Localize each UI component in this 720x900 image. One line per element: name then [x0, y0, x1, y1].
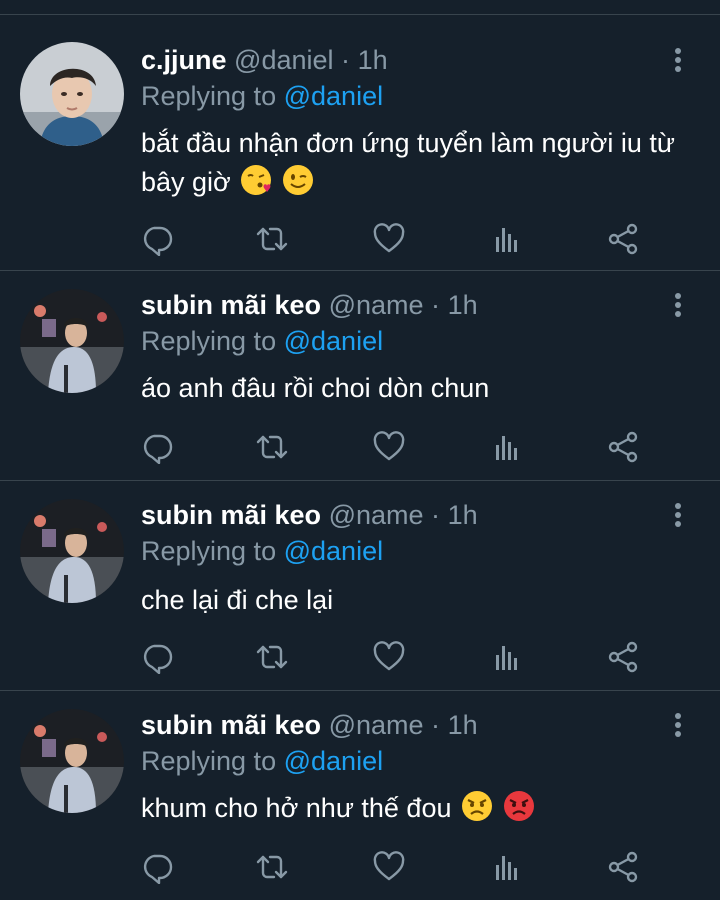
tweet-text-content: bắt đầu nhận đơn ứng tuyển làm người iu …: [141, 128, 675, 197]
like-icon[interactable]: [372, 430, 406, 464]
timestamp[interactable]: 1h: [448, 710, 478, 740]
tweet-text: che lại đi che lại: [141, 581, 686, 620]
like-icon[interactable]: [372, 222, 406, 256]
avatar[interactable]: [20, 42, 124, 146]
tweet-text-content: áo anh đâu rồi choi dòn chun: [141, 373, 490, 403]
top-divider: [0, 14, 720, 15]
share-icon[interactable]: [606, 430, 640, 464]
display-name[interactable]: c.jjune: [141, 45, 227, 75]
replying-to: Replying to @daniel: [141, 745, 383, 777]
display-name[interactable]: subin mãi keo: [141, 500, 321, 530]
analytics-icon[interactable]: [490, 222, 524, 256]
pouting-face-emoji: [503, 790, 535, 822]
analytics-icon[interactable]: [490, 430, 524, 464]
tweet-text: áo anh đâu rồi choi dòn chun: [141, 369, 686, 408]
winking-face-emoji: [282, 164, 314, 196]
separator-dot: ·: [431, 710, 441, 740]
tweet-text-content: che lại đi che lại: [141, 585, 334, 615]
reply-icon[interactable]: [140, 222, 174, 256]
separator-dot: ·: [431, 290, 441, 320]
tweet-reply[interactable]: c.jjune @daniel · 1h Replying to @daniel…: [0, 16, 720, 271]
more-options-icon[interactable]: [666, 499, 690, 531]
mention-link[interactable]: @daniel: [284, 536, 383, 566]
tweet-reply[interactable]: subin mãi keo @name · 1h Replying to @da…: [0, 271, 720, 481]
action-bar: [140, 850, 640, 884]
timestamp[interactable]: 1h: [358, 45, 388, 75]
replying-to-label: Replying to: [141, 746, 277, 776]
timestamp[interactable]: 1h: [448, 500, 478, 530]
display-name[interactable]: subin mãi keo: [141, 710, 321, 740]
replying-to-label: Replying to: [141, 536, 277, 566]
analytics-icon[interactable]: [490, 850, 524, 884]
user-handle[interactable]: @name: [329, 290, 424, 320]
tweet-reply[interactable]: subin mãi keo @name · 1h Replying to @da…: [0, 481, 720, 691]
user-handle[interactable]: @daniel: [234, 45, 333, 75]
tweet-text: bắt đầu nhận đơn ứng tuyển làm người iu …: [141, 124, 686, 202]
user-handle[interactable]: @name: [329, 500, 424, 530]
tweet-header: subin mãi keo @name · 1h: [141, 709, 478, 741]
replying-to-label: Replying to: [141, 81, 277, 111]
action-bar: [140, 222, 640, 256]
tweet-reply[interactable]: subin mãi keo @name · 1h Replying to @da…: [0, 691, 720, 900]
analytics-icon[interactable]: [490, 640, 524, 674]
tweet-header: subin mãi keo @name · 1h: [141, 289, 478, 321]
timestamp[interactable]: 1h: [448, 290, 478, 320]
action-bar: [140, 430, 640, 464]
share-icon[interactable]: [606, 222, 640, 256]
reply-icon[interactable]: [140, 640, 174, 674]
action-bar: [140, 640, 640, 674]
share-icon[interactable]: [606, 850, 640, 884]
avatar[interactable]: [20, 709, 124, 813]
angry-face-emoji: [461, 790, 493, 822]
more-options-icon[interactable]: [666, 709, 690, 741]
replying-to-label: Replying to: [141, 326, 277, 356]
avatar[interactable]: [20, 289, 124, 393]
separator-dot: ·: [431, 500, 441, 530]
separator-dot: ·: [341, 45, 351, 75]
reply-icon[interactable]: [140, 430, 174, 464]
tweet-text-content: khum cho hở như thế đou: [141, 793, 452, 823]
mention-link[interactable]: @daniel: [284, 746, 383, 776]
like-icon[interactable]: [372, 640, 406, 674]
retweet-icon[interactable]: [255, 222, 289, 256]
avatar[interactable]: [20, 499, 124, 603]
tweet-header: c.jjune @daniel · 1h: [141, 44, 388, 76]
retweet-icon[interactable]: [255, 640, 289, 674]
mention-link[interactable]: @daniel: [284, 326, 383, 356]
tweet-header: subin mãi keo @name · 1h: [141, 499, 478, 531]
more-options-icon[interactable]: [666, 289, 690, 321]
share-icon[interactable]: [606, 640, 640, 674]
like-icon[interactable]: [372, 850, 406, 884]
replying-to: Replying to @daniel: [141, 325, 383, 357]
replying-to: Replying to @daniel: [141, 80, 383, 112]
face-blowing-kiss-emoji: [240, 164, 272, 196]
display-name[interactable]: subin mãi keo: [141, 290, 321, 320]
user-handle[interactable]: @name: [329, 710, 424, 740]
replying-to: Replying to @daniel: [141, 535, 383, 567]
retweet-icon[interactable]: [255, 850, 289, 884]
retweet-icon[interactable]: [255, 430, 289, 464]
reply-icon[interactable]: [140, 850, 174, 884]
tweet-text: khum cho hở như thế đou: [141, 789, 686, 828]
more-options-icon[interactable]: [666, 44, 690, 76]
mention-link[interactable]: @daniel: [284, 81, 383, 111]
